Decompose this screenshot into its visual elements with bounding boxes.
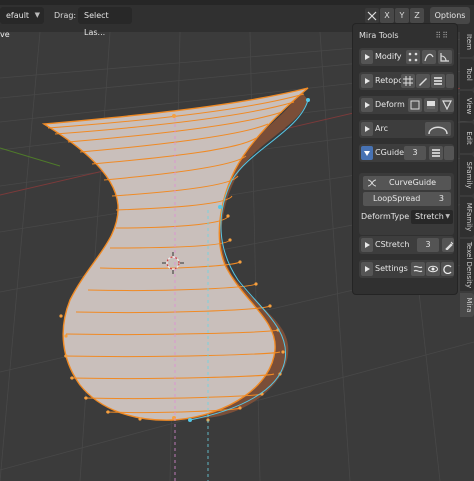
curveguide-button[interactable]: CurveGuide (363, 176, 451, 190)
tool-label-deform: Deform (375, 100, 405, 109)
tool-label-cstretch: CStretch (375, 240, 410, 249)
mirror-icon[interactable] (365, 8, 379, 23)
chevron-down-icon: ▼ (445, 213, 450, 220)
curve-guide-point (306, 98, 310, 102)
top-strip (0, 0, 474, 5)
expand-arrow-icon[interactable] (361, 238, 373, 252)
expand-arrow-icon[interactable] (361, 122, 373, 136)
chevron-down-icon: ▼ (34, 11, 40, 19)
deform-box-icon[interactable] (408, 98, 422, 112)
eye-icon[interactable] (426, 262, 440, 276)
drag-dropdown-value: Select Las... (84, 11, 109, 37)
tool-label-arc: Arc (375, 124, 388, 133)
arc-icon[interactable] (425, 122, 451, 136)
menu-lines-icon[interactable] (431, 74, 445, 88)
loopspread-field[interactable]: LoopSpread 3 (363, 192, 451, 206)
tool-row-settings: Settings (359, 260, 454, 278)
axis-y-button[interactable]: Y (395, 8, 409, 23)
tab-mira-label: Mira (465, 297, 473, 313)
tool-label-modify: Modify (375, 52, 402, 61)
retopo-grid-icon[interactable] (401, 74, 415, 88)
panel-title: Mira Tools (359, 31, 399, 40)
deformtype-label: DeformType (361, 212, 410, 221)
shading-dropdown-value: efault (6, 11, 30, 20)
modify-angle-icon[interactable] (438, 50, 452, 64)
settings-icon[interactable] (411, 262, 425, 276)
tool-label-cguide: CGuide (375, 148, 405, 157)
loopspread-label: LoopSpread (373, 194, 421, 203)
tool-row-retopo: Retopo (359, 72, 454, 90)
deform-triangle-icon[interactable] (440, 98, 454, 112)
tool-row-cstretch: CStretch 3 (359, 236, 454, 254)
modify-curve-icon[interactable] (422, 50, 436, 64)
drag-label: Drag: (54, 11, 77, 20)
tab-mfamily[interactable]: MFamily (460, 197, 474, 237)
expand-arrow-icon[interactable] (361, 98, 373, 112)
curveguide-button-label: CurveGuide (389, 178, 437, 187)
eyedropper-icon[interactable] (442, 238, 454, 252)
cguide-options: CurveGuide LoopSpread 3 DeformType Stret… (359, 173, 454, 235)
cstretch-count-field[interactable]: 3 (417, 238, 439, 252)
collapse-arrow-icon[interactable] (361, 146, 373, 160)
deformtype-select[interactable]: Stretch ▼ (411, 210, 453, 224)
mira-tools-panel: Mira Tools ⠿⠿ Modify Retopo Deform Arc C… (352, 23, 458, 295)
options-button[interactable]: Options (430, 7, 470, 24)
tool-row-modify: Modify (359, 48, 454, 66)
tool-row-arc: Arc (359, 120, 454, 138)
drag-dropdown[interactable]: Select Las... (78, 7, 132, 37)
tool-label-settings: Settings (375, 264, 408, 273)
drag-handle-icon[interactable]: ⠿⠿ (435, 29, 449, 43)
tool-row-deform: Deform (359, 96, 454, 114)
retopo-box-icon[interactable] (446, 74, 454, 88)
axis-x-button[interactable]: X (380, 8, 394, 23)
tool-label-retopo: Retopo (375, 76, 404, 85)
retopo-pen-icon[interactable] (416, 74, 430, 88)
loopspread-value: 3 (438, 194, 444, 203)
deform-square-icon[interactable] (424, 98, 438, 112)
tool-row-cguide: CGuide 3 (359, 144, 454, 162)
menu-lines-icon[interactable] (429, 146, 443, 160)
loop-icon[interactable] (441, 262, 454, 276)
tab-mira[interactable]: Mira (460, 293, 474, 317)
expand-arrow-icon[interactable] (361, 50, 373, 64)
deformtype-value: Stretch (415, 212, 444, 221)
curve-guide-point (188, 418, 192, 422)
expand-arrow-icon[interactable] (361, 74, 373, 88)
modify-points-icon[interactable] (406, 50, 420, 64)
cguide-count-field[interactable]: 3 (404, 146, 426, 160)
curveguide-icon (367, 179, 377, 187)
axis-z-button[interactable]: Z (410, 8, 424, 23)
expand-arrow-icon[interactable] (361, 262, 373, 276)
sidebar-tabs: Item Tool View Edit SFamily MFamily Texe… (460, 23, 474, 323)
curve-guide-point (218, 205, 222, 209)
paint-icon[interactable] (444, 146, 454, 160)
panel-header[interactable]: Mira Tools ⠿⠿ (359, 29, 451, 43)
mode-label: ve (0, 30, 10, 39)
shading-dropdown[interactable]: efault ▼ (0, 7, 44, 24)
options-label: Options (434, 11, 466, 20)
